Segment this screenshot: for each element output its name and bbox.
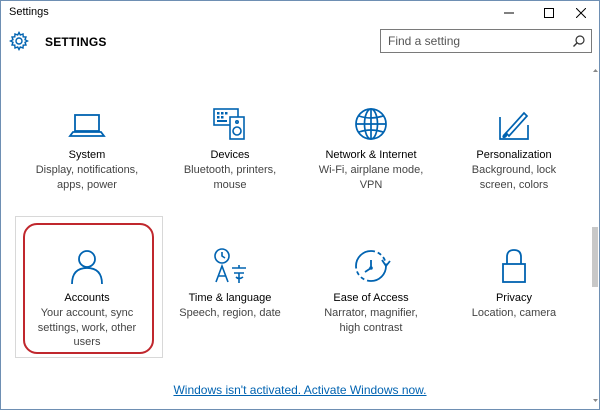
tile-label: Devices bbox=[210, 149, 250, 161]
tile-devices[interactable]: Devices Bluetooth, printers, mouse bbox=[160, 101, 300, 201]
settings-window: Settings SETTINGS Find a setting System … bbox=[0, 0, 600, 410]
tile-time-language[interactable]: Time & language Speech, region, date bbox=[160, 244, 300, 354]
paint-icon bbox=[499, 111, 529, 140]
tile-label: Ease of Access bbox=[333, 292, 409, 304]
tile-description: Your account, sync settings, work, other u… bbox=[37, 307, 137, 348]
tile-label: Time & language bbox=[188, 292, 272, 304]
vertical-scrollbar[interactable] bbox=[592, 67, 599, 409]
scroll-down-icon[interactable] bbox=[592, 397, 599, 404]
globe-icon bbox=[355, 108, 387, 140]
tile-description: Wi-Fi, airplane mode, VPN bbox=[318, 164, 424, 191]
gear-icon bbox=[9, 31, 29, 51]
tile-description: Display, notifications, apps, power bbox=[35, 164, 139, 191]
tile-description: Location, camera bbox=[471, 307, 557, 319]
tile-system[interactable]: System Display, notifications, apps, powe… bbox=[17, 101, 157, 201]
tile-personalization[interactable]: Personalization Background, lock screen, … bbox=[444, 101, 584, 201]
tile-accounts[interactable]: Accounts Your account, sync settings, wor… bbox=[17, 244, 157, 354]
title-bar[interactable]: Settings bbox=[1, 1, 599, 25]
tile-description: Narrator, magnifier, high contrast bbox=[324, 307, 418, 334]
lock-icon bbox=[502, 249, 526, 283]
scroll-up-icon[interactable] bbox=[592, 67, 599, 74]
close-button[interactable] bbox=[563, 1, 599, 25]
minimize-icon bbox=[504, 12, 514, 14]
tile-network-internet[interactable]: Network & Internet Wi-Fi, airplane mode,… bbox=[301, 101, 441, 201]
settings-header: SETTINGS bbox=[1, 25, 599, 63]
activate-windows-link[interactable]: Windows isn't activated. Activate Window… bbox=[173, 383, 426, 397]
tile-label: Personalization bbox=[476, 149, 552, 161]
tile-label: Network & Internet bbox=[325, 149, 417, 161]
tile-label: Privacy bbox=[495, 292, 533, 304]
tile-description: Background, lock screen, colors bbox=[471, 164, 557, 191]
search-icon[interactable] bbox=[572, 34, 586, 48]
tile-description: Speech, region, date bbox=[179, 307, 281, 319]
tile-description: Bluetooth, printers, mouse bbox=[183, 164, 277, 191]
tile-privacy[interactable]: Privacy Location, camera bbox=[444, 244, 584, 354]
activation-notice: Windows isn't activated. Activate Window… bbox=[1, 383, 599, 397]
ease-of-access-icon bbox=[355, 250, 391, 282]
laptop-icon bbox=[68, 114, 106, 137]
person-icon bbox=[71, 250, 103, 285]
tile-label: Accounts bbox=[64, 292, 110, 304]
window-title: Settings bbox=[9, 6, 49, 18]
scroll-thumb[interactable] bbox=[592, 227, 598, 287]
search-input[interactable] bbox=[380, 29, 592, 53]
tile-label: System bbox=[68, 149, 106, 161]
minimize-button[interactable] bbox=[491, 1, 527, 25]
maximize-icon bbox=[544, 8, 554, 18]
close-icon bbox=[576, 8, 586, 18]
devices-icon bbox=[213, 108, 245, 140]
maximize-button[interactable] bbox=[531, 1, 567, 25]
tile-ease-of-access[interactable]: Ease of Access Narrator, magnifier, high … bbox=[301, 244, 441, 354]
time-language-icon bbox=[214, 248, 246, 283]
page-title: SETTINGS bbox=[45, 35, 107, 49]
